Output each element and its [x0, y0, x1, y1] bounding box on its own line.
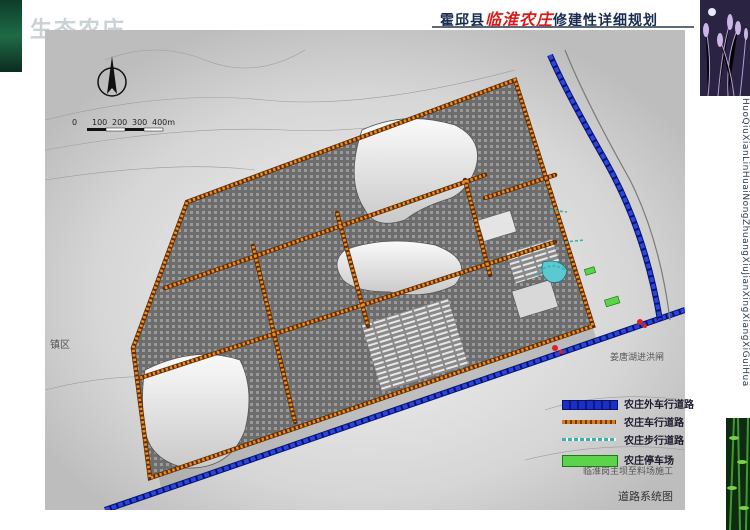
- scale-label-100: 100: [92, 118, 108, 127]
- figure-caption: 道路系统图: [618, 490, 673, 503]
- scale-label-200: 200: [112, 118, 128, 127]
- scale-bar: [87, 127, 164, 132]
- plan-sheet: 生态农庄 霍邱县临淮农庄修建性详细规划 HuoQiuXianLinHuaiNon…: [0, 0, 750, 530]
- legend-outer-road-label: 农庄外车行道路: [624, 400, 694, 411]
- legend-parking-swatch: [562, 455, 618, 467]
- legend-main-road: 农庄车行道路: [562, 414, 742, 430]
- legend-walk-path: 农庄步行道路: [562, 432, 742, 448]
- legend-parking-label: 农庄停车场: [624, 456, 674, 467]
- reed-photo-art: [700, 0, 750, 96]
- vertical-pinyin-title: HuoQiuXianLinHuaiNongZhuangXiuJianXingXi…: [740, 98, 750, 387]
- scale-label-400m: 400m: [152, 118, 176, 127]
- scale-label-300: 300: [132, 118, 148, 127]
- reed-photo: [700, 0, 750, 96]
- legend-parking: 农庄停车场: [562, 452, 742, 468]
- legend-walk-path-swatch: [562, 438, 616, 441]
- scale-label-0: 0: [72, 118, 78, 127]
- legend-main-road-label: 农庄车行道路: [624, 418, 684, 429]
- title-underline: [432, 26, 694, 28]
- flood-channel-label: 姜唐湖进洪闸: [610, 353, 665, 363]
- legend-outer-road-swatch: [562, 400, 618, 410]
- legend-outer-road: 农庄外车行道路: [562, 396, 742, 412]
- legend-walk-path-label: 农庄步行道路: [624, 436, 684, 447]
- district-label: 镇区: [50, 340, 70, 351]
- brand-strip: [0, 0, 22, 72]
- legend-main-road-swatch: [562, 420, 616, 424]
